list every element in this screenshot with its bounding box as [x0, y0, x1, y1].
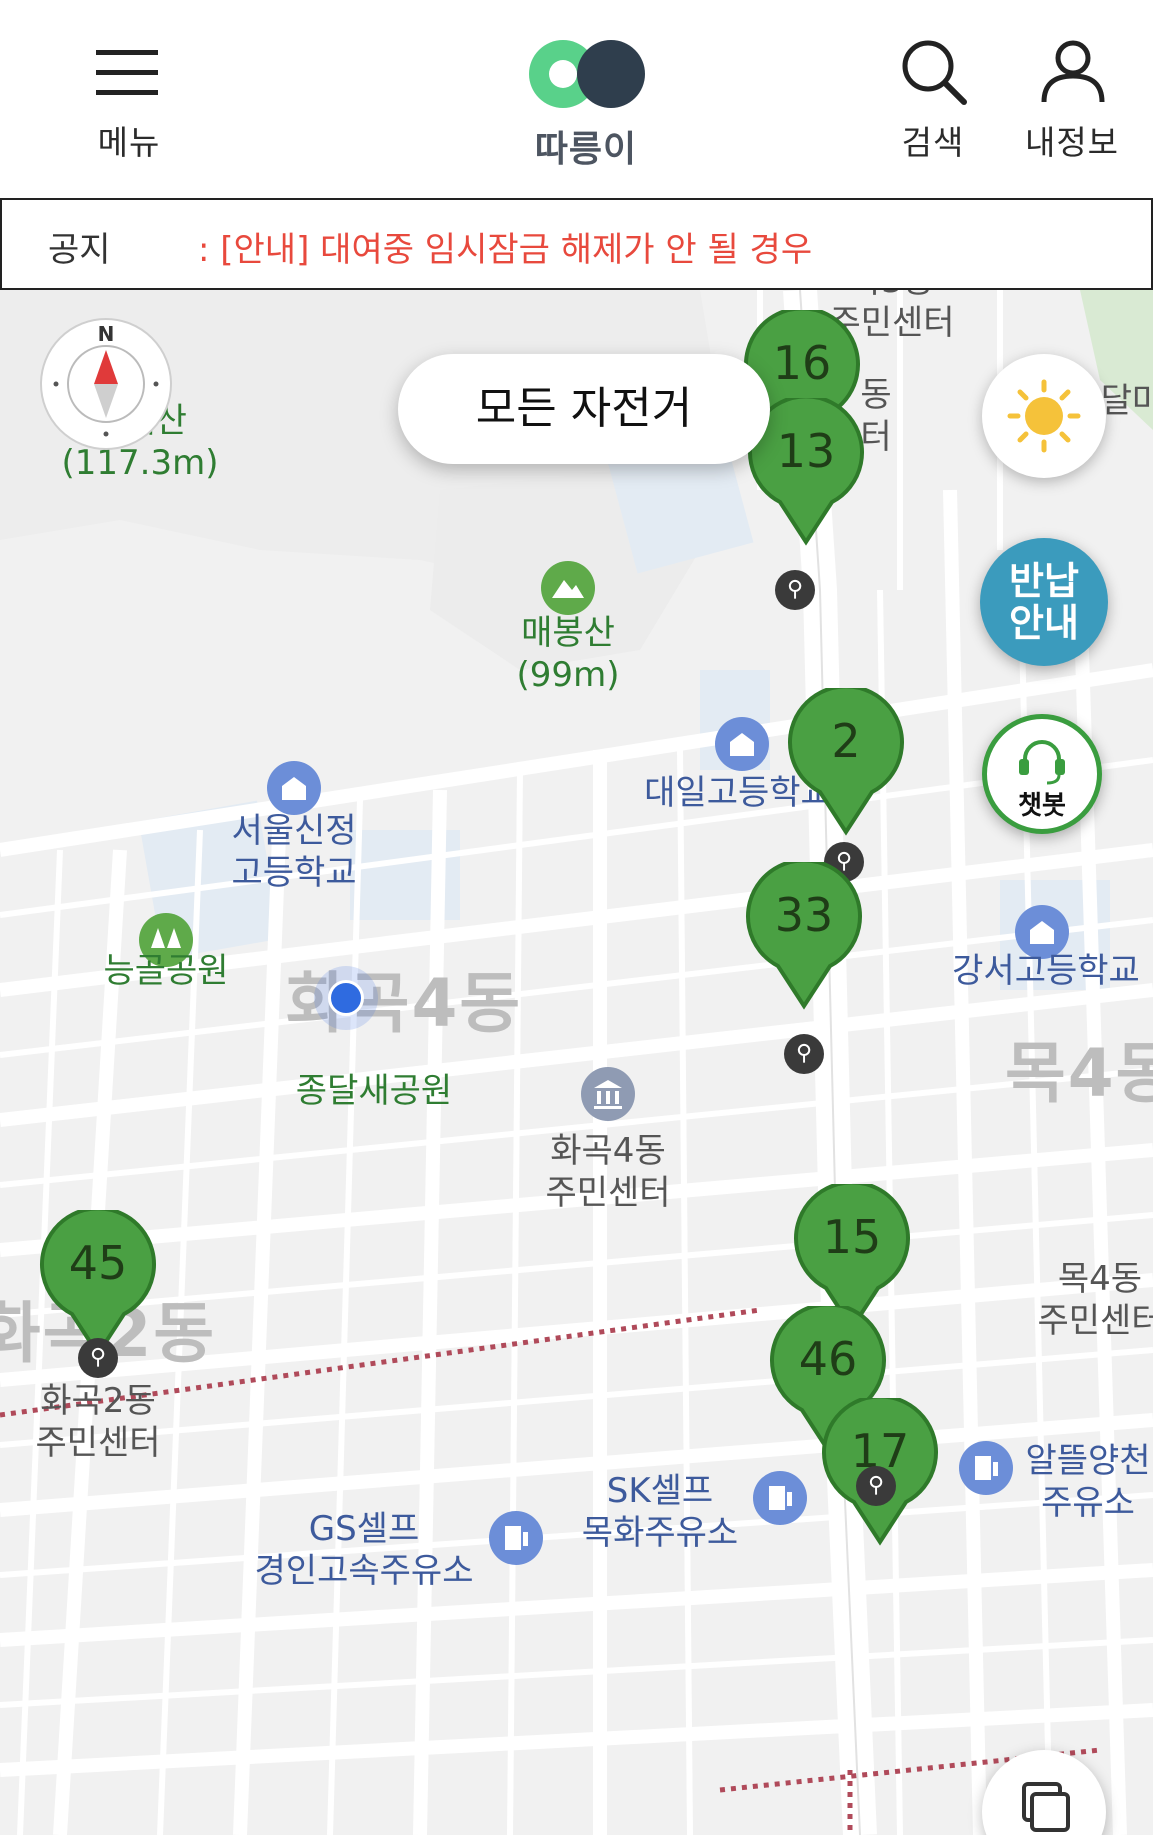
- place-neunggol-park: 능골공원: [103, 951, 229, 991]
- compass-icon: [53, 345, 159, 437]
- place-maebongsan: 매봉산 (99m): [516, 613, 620, 695]
- notice-text[interactable]: : [안내] 대여중 임시잠금 해제가 안 될 경우: [198, 222, 812, 271]
- gas-station-icon: [753, 1471, 807, 1525]
- myinfo-button[interactable]: 내정보: [1002, 38, 1142, 168]
- bike-station-icon[interactable]: ⚲: [856, 1466, 896, 1506]
- station-pin[interactable]: 2: [784, 684, 908, 838]
- current-location-dot: [328, 980, 364, 1016]
- menu-label: 메뉴: [97, 123, 161, 162]
- government-office-icon: [581, 1067, 635, 1121]
- place-gangseo-hs: 강서고등학교: [952, 951, 1140, 991]
- current-location-marker: [314, 966, 378, 1030]
- place-gs-station: GS셀프 경인고속주유소: [254, 1509, 474, 1591]
- place-sk-station: SK셀프 목화주유소: [581, 1471, 739, 1553]
- return-guide-button[interactable]: 반납 안내: [980, 538, 1108, 666]
- station-bike-count: 45: [68, 1236, 128, 1290]
- gas-station-icon: [959, 1441, 1013, 1495]
- chatbot-label: 챗봇: [1018, 791, 1066, 821]
- compass-button[interactable]: N: [40, 318, 172, 450]
- logo[interactable]: 따릉이: [521, 38, 651, 170]
- logo-label: 따릉이: [534, 129, 638, 170]
- chatbot-button[interactable]: 챗봇: [982, 714, 1102, 834]
- search-icon: [902, 40, 967, 105]
- school-icon: [715, 717, 769, 771]
- notice-bar[interactable]: 공지 : [안내] 대여중 임시잠금 해제가 안 될 경우: [0, 198, 1153, 290]
- notice-label: 공지: [48, 230, 111, 270]
- place-mok4-center: 목4동 주민센터: [1037, 1259, 1153, 1341]
- mountain-icon: [541, 561, 595, 615]
- menu-button[interactable]: 메뉴: [64, 38, 194, 168]
- station-bike-count: 33: [774, 888, 834, 942]
- district-label-mok4dong: 목4동: [1005, 1035, 1153, 1112]
- app-header: 메뉴 따릉이 검색 내정보: [0, 0, 1153, 198]
- station-bike-count: 15: [822, 1210, 882, 1264]
- place-seoul-sinjeong-hs: 서울신정 고등학교: [231, 811, 357, 893]
- layers-button[interactable]: [982, 1750, 1106, 1835]
- weather-button[interactable]: [982, 354, 1106, 478]
- place-dalma: 달마: [1100, 381, 1153, 421]
- map-base: [0, 290, 1153, 1835]
- place-altteul-station: 알뜰양천 주유소: [1025, 1441, 1151, 1523]
- search-label: 검색: [901, 123, 965, 162]
- place-hwagok2-center: 화곡2동 주민센터: [35, 1381, 161, 1463]
- myinfo-label: 내정보: [1024, 123, 1120, 162]
- station-bike-count: 46: [798, 1332, 858, 1386]
- ddareungi-logo-icon: [529, 40, 645, 108]
- hamburger-icon: [96, 50, 158, 95]
- station-pin[interactable]: 33: [742, 858, 866, 1012]
- school-icon: [267, 761, 321, 815]
- bike-filter-button[interactable]: 모든 자전거: [398, 354, 770, 464]
- sun-icon: [1007, 379, 1081, 453]
- map-view[interactable]: 화곡4동 목4동 화곡2동 봉제산: [0, 290, 1153, 1835]
- place-hwagok4-center: 화곡4동 주민센터: [545, 1131, 671, 1213]
- bike-station-icon[interactable]: ⚲: [784, 1034, 824, 1074]
- search-button[interactable]: 검색: [868, 38, 998, 168]
- user-icon: [1041, 40, 1105, 103]
- bike-station-icon[interactable]: ⚲: [775, 570, 815, 610]
- station-bike-count: 2: [831, 714, 861, 768]
- bike-station-icon[interactable]: ⚲: [78, 1338, 118, 1378]
- place-jongdalsae-park: 종달새공원: [295, 1071, 453, 1111]
- layers-icon: [1022, 1782, 1070, 1832]
- gas-station-icon: [489, 1511, 543, 1565]
